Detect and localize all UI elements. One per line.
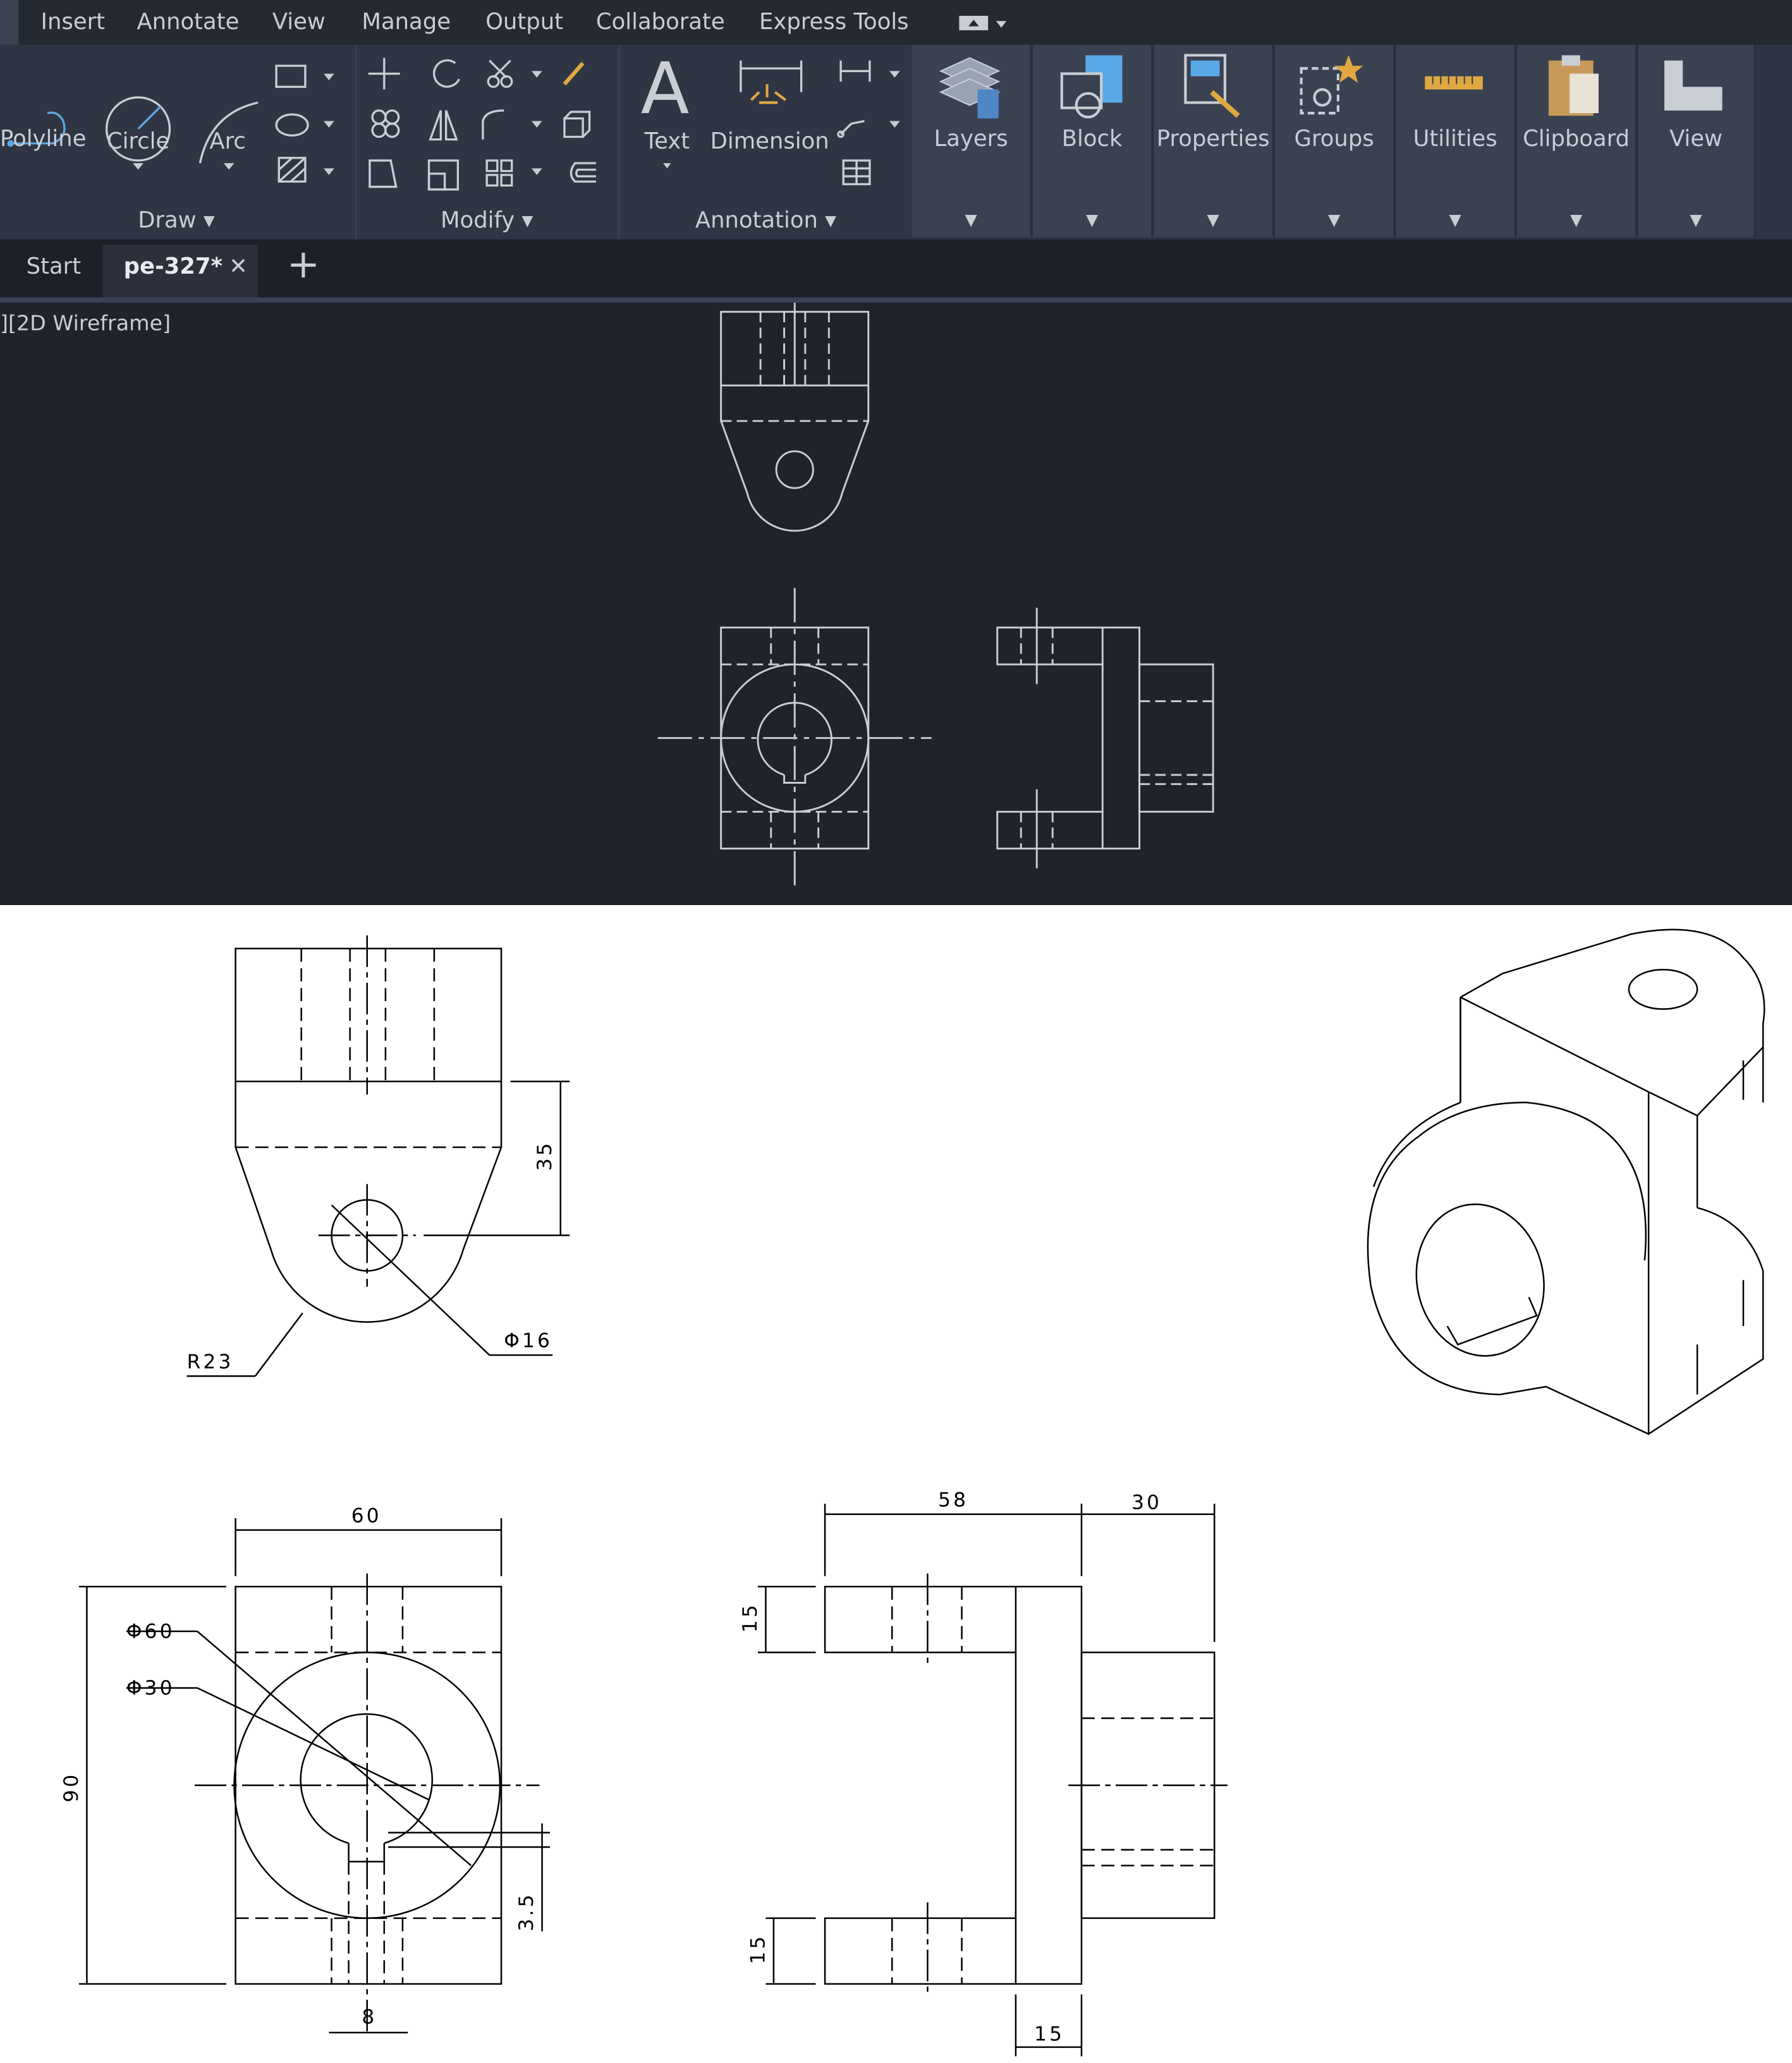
reference-drawing: 35 Φ16 R23 60 90 Φ60 Φ30 3.5 8 58 30 15 … bbox=[0, 905, 1792, 2063]
dim-key-width: 8 bbox=[362, 2005, 377, 2028]
dim-front-width: 60 bbox=[351, 1504, 382, 1527]
dim-side-width: 58 bbox=[938, 1488, 968, 1511]
dim-side-boss: 30 bbox=[1131, 1491, 1162, 1514]
dim-front-inner: Φ30 bbox=[126, 1677, 175, 1700]
front-view bbox=[78, 1518, 551, 2034]
dim-top-radius: R23 bbox=[187, 1351, 234, 1373]
dim-top-height: 35 bbox=[533, 1140, 556, 1171]
dim-side-plate: 15 bbox=[1034, 2023, 1064, 2045]
dim-side-bottom-lug: 15 bbox=[747, 1934, 769, 1964]
isometric-view bbox=[1367, 928, 1765, 1436]
top-view bbox=[186, 935, 570, 1377]
dim-key-depth: 3.5 bbox=[515, 1892, 538, 1932]
reference-drawing-svg: 35 Φ16 R23 60 90 Φ60 Φ30 3.5 8 58 30 15 … bbox=[60, 928, 1765, 2057]
model-space-drawing[interactable] bbox=[0, 0, 1792, 905]
dim-side-top-lug: 15 bbox=[739, 1602, 762, 1633]
dim-front-outer: Φ60 bbox=[126, 1620, 175, 1643]
autocad-window: Insert Annotate View Manage Output Colla… bbox=[0, 0, 1792, 906]
dim-front-height: 90 bbox=[60, 1772, 83, 1803]
dim-top-hole: Φ16 bbox=[504, 1329, 552, 1352]
side-view bbox=[757, 1504, 1228, 2057]
